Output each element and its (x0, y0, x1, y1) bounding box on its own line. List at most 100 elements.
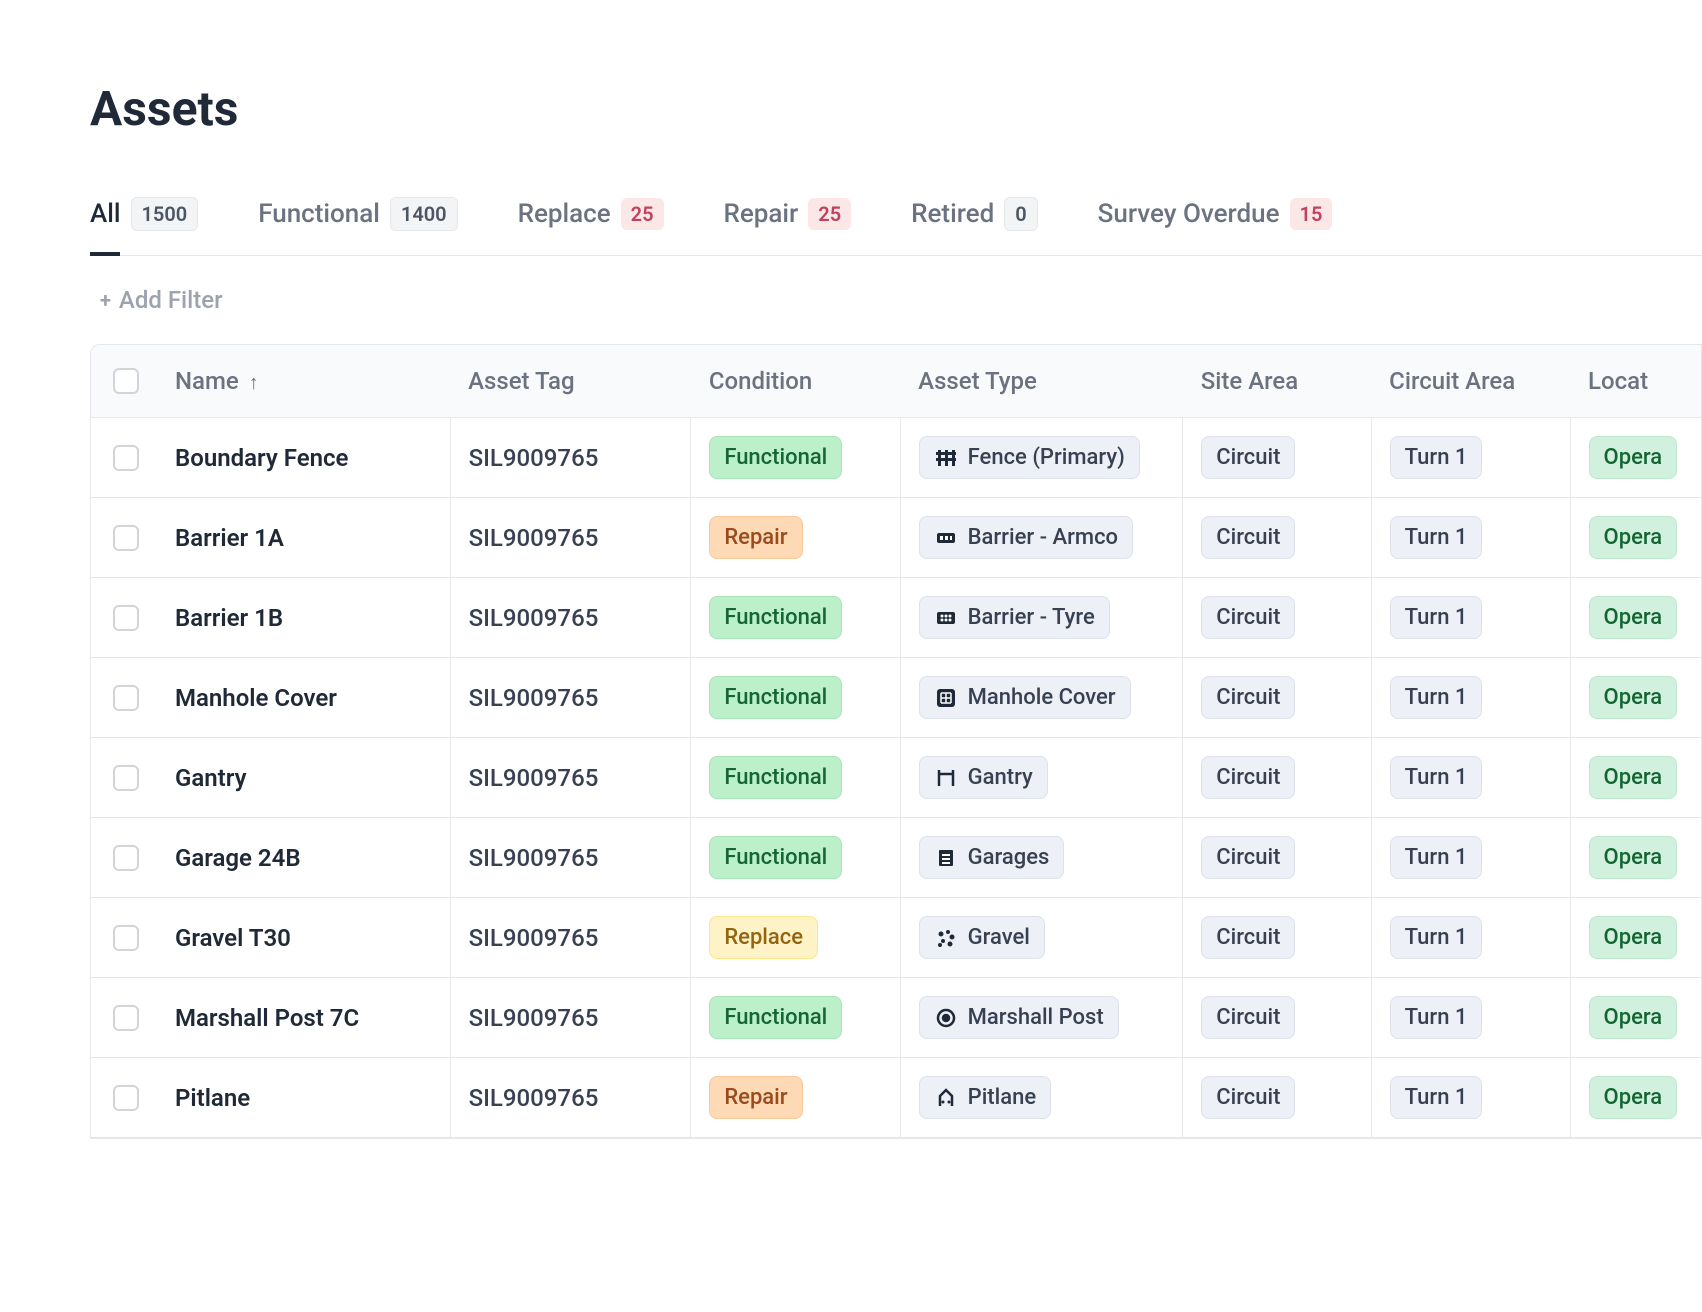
manhole-icon (934, 686, 958, 710)
asset-type-label: Pitlane (968, 1085, 1036, 1110)
row-checkbox[interactable] (113, 1085, 139, 1111)
site-area-chip[interactable]: Circuit (1201, 596, 1295, 639)
tab-label: Retired (911, 199, 994, 229)
location-chip[interactable]: Opera (1589, 996, 1678, 1039)
tab-all[interactable]: All 1500 (90, 197, 198, 255)
add-filter-button[interactable]: + Add Filter (100, 286, 223, 314)
location-chip[interactable]: Opera (1589, 516, 1678, 559)
circuit-area-chip[interactable]: Turn 1 (1390, 516, 1483, 559)
location-chip[interactable]: Opera (1589, 1076, 1678, 1119)
tab-label: All (90, 199, 121, 229)
asset-type-chip[interactable]: Pitlane (919, 1076, 1051, 1119)
location-chip[interactable]: Opera (1589, 836, 1678, 879)
tab-survey-overdue[interactable]: Survey Overdue15 (1098, 198, 1333, 254)
circuit-area-chip[interactable]: Turn 1 (1390, 1076, 1483, 1119)
circuit-area-chip[interactable]: Turn 1 (1390, 916, 1483, 959)
location-header[interactable]: Locat (1570, 345, 1701, 418)
site-area-chip[interactable]: Circuit (1201, 756, 1295, 799)
asset-type-chip[interactable]: Marshall Post (919, 996, 1119, 1039)
asset-type-chip[interactable]: Gravel (919, 916, 1045, 959)
circuit-area-chip[interactable]: Turn 1 (1390, 676, 1483, 719)
asset-tag-header[interactable]: Asset Tag (450, 345, 691, 418)
table-row[interactable]: Gravel T30SIL9009765ReplaceGravelCircuit… (91, 898, 1701, 978)
circuit-area-chip[interactable]: Turn 1 (1390, 596, 1483, 639)
circuit-area-chip[interactable]: Turn 1 (1390, 756, 1483, 799)
asset-type-label: Barrier - Armco (968, 525, 1118, 550)
marshall-icon (934, 1006, 958, 1030)
circuit-area-header[interactable]: Circuit Area (1371, 345, 1570, 418)
site-area-chip[interactable]: Circuit (1201, 676, 1295, 719)
asset-type-chip[interactable]: Barrier - Armco (919, 516, 1133, 559)
tab-functional[interactable]: Functional1400 (258, 197, 457, 255)
select-all-checkbox[interactable] (113, 368, 139, 394)
row-checkbox[interactable] (113, 605, 139, 631)
row-name: Boundary Fence (157, 418, 450, 498)
asset-type-chip[interactable]: Manhole Cover (919, 676, 1131, 719)
table-row[interactable]: Manhole CoverSIL9009765FunctionalManhole… (91, 658, 1701, 738)
name-header[interactable]: Name ↑ (157, 345, 450, 418)
name-header-label: Name (175, 367, 239, 395)
site-area-chip[interactable]: Circuit (1201, 836, 1295, 879)
location-chip[interactable]: Opera (1589, 436, 1678, 479)
location-chip[interactable]: Opera (1589, 916, 1678, 959)
table-row[interactable]: PitlaneSIL9009765RepairPitlaneCircuitTur… (91, 1058, 1701, 1138)
asset-type-chip[interactable]: Gantry (919, 756, 1048, 799)
location-chip[interactable]: Opera (1589, 756, 1678, 799)
row-name: Manhole Cover (157, 658, 450, 738)
tab-replace[interactable]: Replace25 (518, 198, 664, 254)
row-checkbox[interactable] (113, 525, 139, 551)
row-checkbox[interactable] (113, 1005, 139, 1031)
gravel-icon (934, 926, 958, 950)
row-checkbox[interactable] (113, 925, 139, 951)
circuit-area-chip[interactable]: Turn 1 (1390, 836, 1483, 879)
site-area-chip[interactable]: Circuit (1201, 436, 1295, 479)
row-asset-tag: SIL9009765 (450, 498, 691, 578)
condition-badge: Functional (709, 676, 842, 719)
row-name: Gravel T30 (157, 898, 450, 978)
table-row[interactable]: Boundary FenceSIL9009765 Functional Fence … (91, 418, 1701, 498)
row-asset-tag: SIL9009765 (450, 578, 691, 658)
circuit-area-chip[interactable]: Turn 1 (1390, 996, 1483, 1039)
asset-type-chip[interactable]: Barrier - Tyre (919, 596, 1110, 639)
asset-type-header[interactable]: Asset Type (900, 345, 1183, 418)
row-checkbox[interactable] (113, 685, 139, 711)
row-asset-tag: SIL9009765 (450, 738, 691, 818)
row-asset-tag: SIL9009765 (450, 658, 691, 738)
row-checkbox[interactable] (113, 845, 139, 871)
asset-type-label: Gravel (968, 925, 1030, 950)
condition-header[interactable]: Condition (691, 345, 900, 418)
asset-type-chip[interactable]: Fence (Primary) (919, 436, 1140, 479)
page-title: Assets (90, 80, 1702, 137)
condition-badge: Functional (709, 996, 842, 1039)
row-asset-tag: SIL9009765 (450, 418, 691, 498)
condition-badge: Functional (709, 596, 842, 639)
condition-badge: Functional (709, 436, 842, 479)
circuit-area-chip[interactable]: Turn 1 (1390, 436, 1483, 479)
fence-icon (934, 446, 958, 470)
location-chip[interactable]: Opera (1589, 596, 1678, 639)
assets-table: Name ↑ Asset Tag Condition Asset Type Si… (91, 345, 1701, 1138)
table-row[interactable]: Marshall Post 7CSIL9009765FunctionalMars… (91, 978, 1701, 1058)
site-area-chip[interactable]: Circuit (1201, 1076, 1295, 1119)
site-area-header[interactable]: Site Area (1183, 345, 1371, 418)
row-asset-tag: SIL9009765 (450, 818, 691, 898)
site-area-chip[interactable]: Circuit (1201, 516, 1295, 559)
asset-type-chip[interactable]: Garages (919, 836, 1065, 879)
plus-icon: + (100, 288, 111, 312)
armco-icon (934, 526, 958, 550)
table-row[interactable]: GantrySIL9009765FunctionalGantryCircuitT… (91, 738, 1701, 818)
row-checkbox[interactable] (113, 765, 139, 791)
site-area-chip[interactable]: Circuit (1201, 916, 1295, 959)
row-name: Garage 24B (157, 818, 450, 898)
tab-retired[interactable]: Retired0 (911, 197, 1038, 255)
tab-repair[interactable]: Repair25 (724, 198, 852, 254)
tab-count: 1400 (390, 197, 458, 231)
table-row[interactable]: Garage 24BSIL9009765FunctionalGaragesCir… (91, 818, 1701, 898)
table-row[interactable]: Barrier 1ASIL9009765RepairBarrier - Armc… (91, 498, 1701, 578)
tab-count: 1500 (131, 197, 199, 231)
site-area-chip[interactable]: Circuit (1201, 996, 1295, 1039)
row-checkbox[interactable] (113, 445, 139, 471)
location-chip[interactable]: Opera (1589, 676, 1678, 719)
table-row[interactable]: Barrier 1BSIL9009765FunctionalBarrier - … (91, 578, 1701, 658)
asset-type-label: Gantry (968, 765, 1033, 790)
